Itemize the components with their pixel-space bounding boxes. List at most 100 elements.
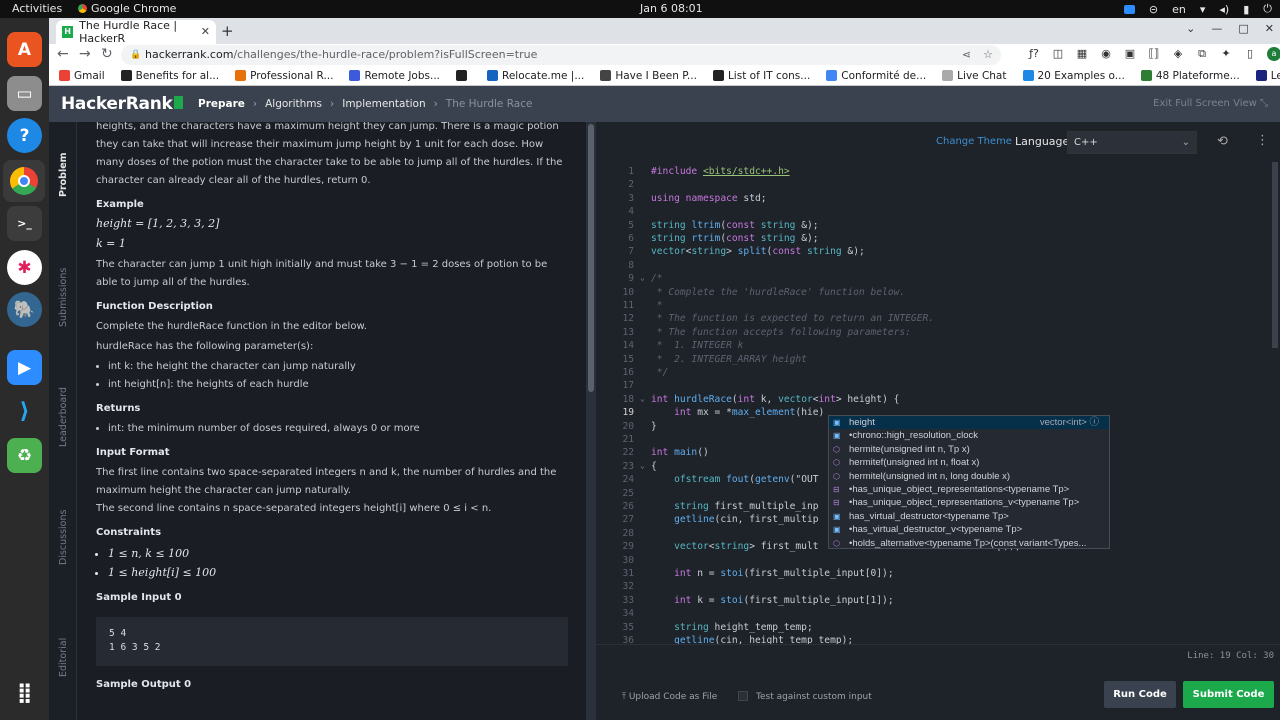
trash-icon[interactable]: ♻: [7, 438, 42, 473]
autocomplete-item[interactable]: ⬡ hermitef(unsigned int n, float x): [829, 456, 1109, 469]
editor-scrollbar[interactable]: [1270, 162, 1280, 644]
fold-chevron-icon[interactable]: ⌄: [640, 394, 645, 403]
code-line[interactable]: string ltrim(const string &);: [651, 220, 819, 231]
slack-icon[interactable]: ✱: [7, 250, 42, 285]
submit-code-button[interactable]: Submit Code: [1183, 681, 1274, 708]
reload-icon[interactable]: ↻: [101, 46, 113, 62]
bookmark-item[interactable]: 20 Examples o...: [1022, 70, 1125, 82]
autocomplete-item[interactable]: ⬡ •holds_alternative<typename Tp>(const v…: [829, 537, 1109, 550]
code-line[interactable]: * 2. INTEGER_ARRAY height: [651, 354, 807, 365]
bookmark-item[interactable]: Gmail: [59, 70, 105, 82]
maximize-icon[interactable]: □: [1238, 22, 1248, 35]
code-line[interactable]: using namespace std;: [651, 193, 767, 204]
code-line[interactable]: }: [651, 421, 657, 432]
close-window-icon[interactable]: ✕: [1265, 22, 1274, 35]
extension-icon[interactable]: ⧉: [1195, 47, 1209, 61]
code-line[interactable]: *: [651, 300, 663, 311]
app-menu[interactable]: Google Chrome: [78, 2, 176, 15]
help-icon[interactable]: ?: [7, 118, 42, 153]
code-line[interactable]: * The function accepts following paramet…: [651, 327, 911, 338]
bookmark-item[interactable]: Remote Jobs...: [349, 70, 440, 82]
new-tab-button[interactable]: +: [221, 22, 234, 40]
bookmark-item[interactable]: Benefits for al...: [120, 70, 219, 82]
battery-icon[interactable]: ▮: [1243, 3, 1249, 16]
exit-fullscreen-link[interactable]: Exit Full Screen View ⤡: [1153, 98, 1268, 109]
code-line[interactable]: int main(): [651, 447, 709, 458]
custom-input-label[interactable]: Test against custom input: [756, 692, 872, 702]
autocomplete-item[interactable]: ⬡ hermite(unsigned int n, Tp x): [829, 443, 1109, 456]
extension-icon[interactable]: ⟦⟧: [1147, 47, 1161, 61]
scrollbar-thumb[interactable]: [1272, 162, 1278, 348]
scrollbar-thumb[interactable]: [588, 124, 594, 392]
autocomplete-item[interactable]: ⊟ •has_unique_object_representations_v<ty…: [829, 496, 1109, 509]
extension-icon[interactable]: ƒ?: [1027, 47, 1041, 61]
fold-chevron-icon[interactable]: ⌄: [640, 461, 645, 470]
extension-icon[interactable]: ◉: [1099, 47, 1113, 61]
code-line[interactable]: * 1. INTEGER k: [651, 340, 744, 351]
code-line[interactable]: string first_multiple_inp: [651, 501, 818, 512]
hackerrank-logo[interactable]: HackerRank: [61, 94, 183, 114]
bookmark-item[interactable]: Conformité de...: [826, 70, 926, 82]
wifi-icon[interactable]: ▾: [1200, 3, 1206, 16]
tab-hurdle-race[interactable]: H The Hurdle Race | HackerR ✕: [56, 19, 216, 45]
code-line[interactable]: * Complete the 'hurdleRace' function bel…: [651, 287, 905, 298]
code-line[interactable]: vector<string> split(const string &);: [651, 246, 865, 257]
code-line[interactable]: string rtrim(const string &);: [651, 233, 819, 244]
extension-icon[interactable]: ◫: [1051, 47, 1065, 61]
extension-icon[interactable]: ▦: [1075, 47, 1089, 61]
change-theme-link[interactable]: Change Theme: [936, 136, 1012, 147]
crumb-prepare[interactable]: Prepare: [198, 98, 245, 110]
status-icon[interactable]: ⊝: [1149, 3, 1158, 16]
activities-button[interactable]: Activities: [12, 2, 62, 15]
extensions-puzzle-icon[interactable]: ✦: [1219, 47, 1233, 61]
autocomplete-item[interactable]: ⬡ hermitel(unsigned int n, long double x): [829, 470, 1109, 483]
autocomplete-item[interactable]: ⊟ •has_unique_object_representations<type…: [829, 483, 1109, 496]
show-apps-icon[interactable]: ⣿: [7, 674, 42, 709]
bookmark-item[interactable]: Professional R...: [235, 70, 333, 82]
code-line[interactable]: getline(cin, first_multip: [651, 514, 818, 525]
terminal-icon[interactable]: >_: [7, 206, 42, 241]
code-line[interactable]: int k = stoi(first_multiple_input[1]);: [651, 595, 894, 606]
volume-icon[interactable]: ◂): [1219, 3, 1229, 16]
code-line[interactable]: getline(cin, height_temp_temp);: [651, 635, 853, 644]
code-line[interactable]: /*: [651, 273, 663, 284]
forward-icon[interactable]: →: [79, 46, 91, 62]
crumb-algorithms[interactable]: Algorithms: [265, 98, 322, 110]
vscode-icon[interactable]: ⟩: [7, 394, 42, 429]
bookmark-item[interactable]: Learn: [1255, 70, 1280, 82]
system-tray[interactable]: ⊝ en ▾ ◂) ▮ ⏻: [1123, 2, 1272, 16]
language-select[interactable]: C++ ⌄: [1067, 131, 1197, 154]
postgres-icon[interactable]: 🐘: [7, 292, 42, 327]
history-icon[interactable]: ⟲: [1217, 134, 1228, 149]
profile-avatar[interactable]: a: [1267, 47, 1280, 61]
sidebar-icon[interactable]: ▯: [1243, 47, 1257, 61]
clock[interactable]: Jan 6 08:01: [640, 2, 703, 15]
more-options-icon[interactable]: ⋮: [1256, 133, 1269, 148]
extension-icon[interactable]: ▣: [1123, 47, 1137, 61]
code-line[interactable]: * The function is expected to return an …: [651, 313, 934, 324]
autocomplete-item[interactable]: ▣ height vector<int> ⓘ: [829, 416, 1109, 430]
tab-search-icon[interactable]: ⌄: [1186, 22, 1195, 35]
problem-scrollbar[interactable]: [586, 122, 596, 720]
zoom-tray-icon[interactable]: [1123, 4, 1135, 14]
chrome-dock-icon[interactable]: [3, 160, 45, 202]
power-icon[interactable]: ⏻: [1263, 2, 1272, 16]
code-line[interactable]: ofstream fout(getenv("OUT: [651, 474, 818, 485]
back-icon[interactable]: ←: [57, 46, 69, 62]
code-line[interactable]: */: [651, 367, 669, 378]
code-line[interactable]: int hurdleRace(int k, vector<int> height…: [651, 394, 899, 405]
address-bar[interactable]: 🔒 hackerrank.com/challenges/the-hurdle-r…: [121, 45, 1001, 65]
bookmark-item[interactable]: Have I Been P...: [600, 70, 697, 82]
close-tab-icon[interactable]: ✕: [201, 25, 210, 38]
autocomplete-item[interactable]: ▣ •has_virtual_destructor_v<typename Tp>: [829, 523, 1109, 536]
custom-input-checkbox[interactable]: [738, 691, 748, 701]
locale-indicator[interactable]: en: [1172, 3, 1186, 16]
bookmark-star-icon[interactable]: ☆: [983, 45, 993, 65]
fold-chevron-icon[interactable]: ⌄: [640, 273, 645, 282]
bookmark-item[interactable]: List of IT cons...: [712, 70, 810, 82]
autocomplete-item[interactable]: ▣ has_virtual_destructor<typename Tp>: [829, 510, 1109, 523]
zoom-icon[interactable]: ▶: [7, 350, 42, 385]
run-code-button[interactable]: Run Code: [1104, 681, 1176, 708]
share-icon[interactable]: ⋖: [962, 45, 971, 65]
code-line[interactable]: int mx = *max_element(hie): [651, 407, 824, 418]
